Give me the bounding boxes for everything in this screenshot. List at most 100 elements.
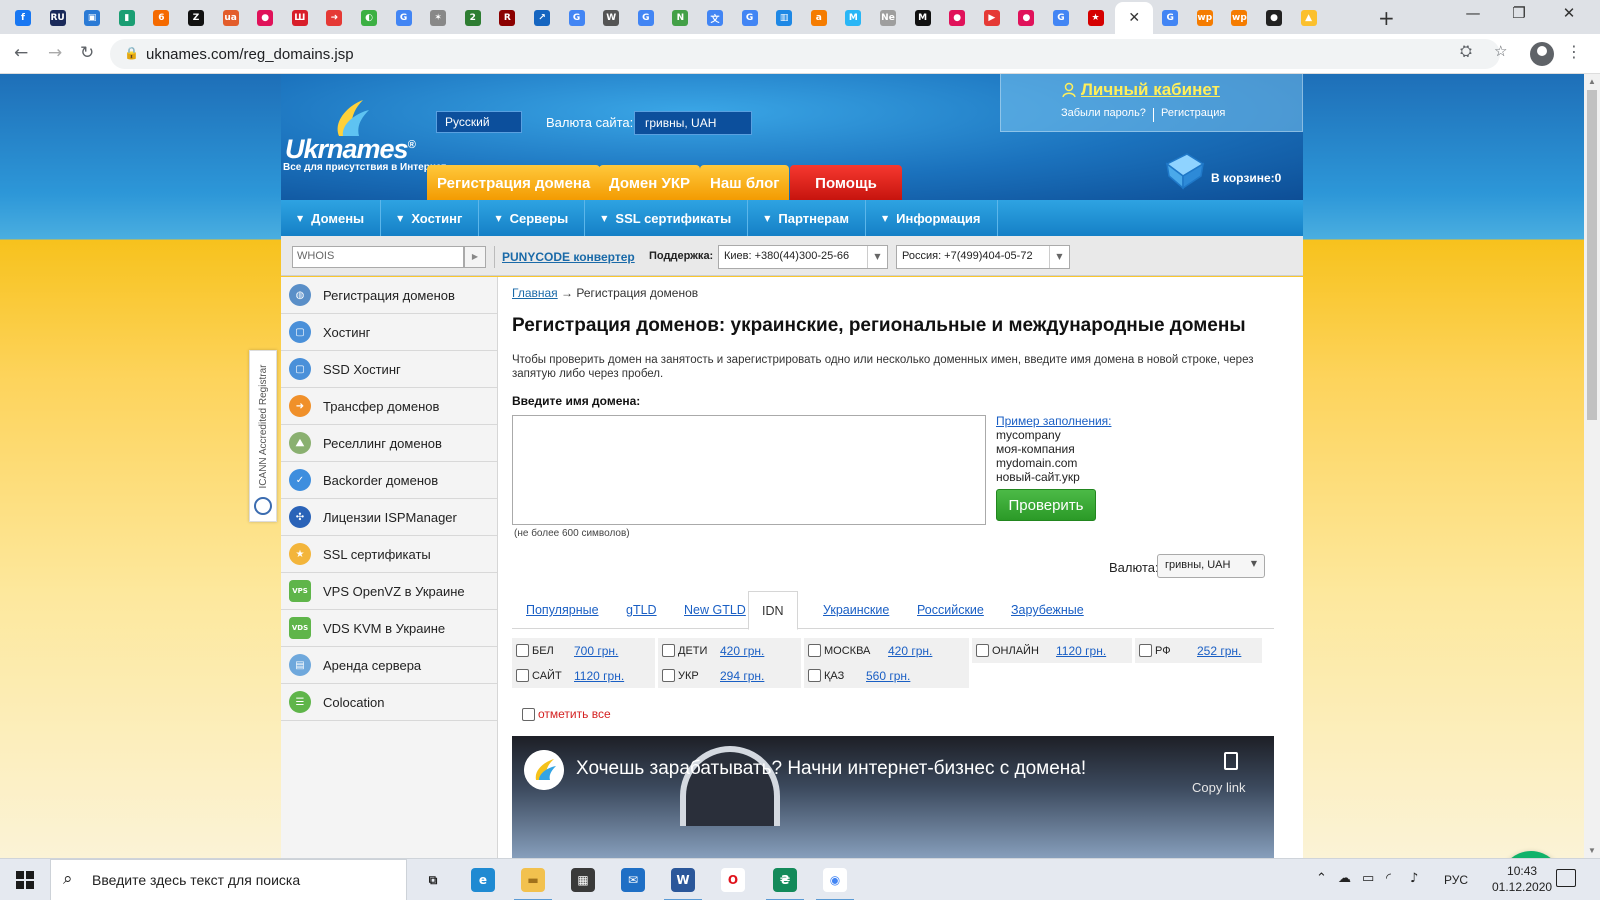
sidebar-item[interactable]: ▢ Хостинг [281, 314, 497, 351]
checkbox[interactable] [808, 669, 821, 682]
copy-link-icon[interactable] [1224, 752, 1238, 770]
browser-tab[interactable]: f [8, 5, 38, 31]
example-link[interactable]: Пример заполнения: [996, 414, 1111, 428]
sidebar-item[interactable]: ★ SSL сертификаты [281, 536, 497, 573]
browser-tab[interactable]: G [389, 5, 419, 31]
cloud-icon[interactable]: ☁ [1338, 871, 1351, 886]
account-link[interactable]: Личный кабинет [1081, 80, 1220, 100]
close-icon[interactable]: ✕ [1126, 10, 1142, 26]
chat-widget-button[interactable] [1500, 851, 1562, 858]
browser-tab[interactable]: ◐ [354, 5, 384, 31]
browser-tab[interactable]: 文 [700, 5, 730, 31]
taskbar-app[interactable]: ✉ [608, 859, 658, 900]
zone-tab[interactable]: IDN [748, 591, 798, 630]
zone-tab[interactable]: Зарубежные [1011, 603, 1084, 617]
help-button[interactable]: Помощь [790, 165, 902, 201]
browser-tab[interactable]: ➜ [319, 5, 349, 31]
address-bar[interactable]: 🔒 uknames.com/reg_domains.jsp [110, 39, 1500, 69]
browser-tab[interactable]: ✕ [1115, 2, 1154, 34]
taskbar-app[interactable]: ⧉ [408, 859, 458, 900]
whois-input[interactable]: WHOIS [292, 246, 464, 268]
taskbar-app[interactable]: e [458, 859, 508, 900]
zone-tab[interactable]: Российские [917, 603, 984, 617]
browser-tab[interactable]: ● [942, 5, 972, 31]
browser-tab[interactable]: a [804, 5, 834, 31]
nav-item[interactable]: ▼ Серверы [479, 200, 586, 236]
cart-icon[interactable] [1161, 144, 1207, 192]
taskbar-app[interactable]: ◉ [810, 859, 860, 900]
browser-tab[interactable]: ▥ [769, 5, 799, 31]
phone-kiev-select[interactable]: Киев: +380(44)300-25-66 ▼ [718, 245, 888, 269]
checkbox[interactable] [516, 644, 529, 657]
browser-tab[interactable]: M [908, 5, 938, 31]
breadcrumb-home-link[interactable]: Главная [512, 286, 558, 300]
browser-tab[interactable]: ▲ [1294, 5, 1324, 31]
browser-tab[interactable]: G [1155, 5, 1185, 31]
browser-tab[interactable]: G [631, 5, 661, 31]
language-select[interactable]: Русский [436, 111, 522, 133]
browser-tab[interactable]: 6 [146, 5, 176, 31]
browser-tab[interactable]: ▣ [77, 5, 107, 31]
browser-menu-icon[interactable]: ⋮ [1566, 42, 1582, 61]
nav-item[interactable]: ▼ Домены [281, 200, 382, 236]
browser-tab[interactable]: ● [1011, 5, 1041, 31]
checkbox[interactable] [1139, 644, 1152, 657]
video-title[interactable]: Хочешь зарабатывать? Начни интернет-бизн… [576, 758, 1086, 780]
wifi-icon[interactable]: ◜ [1386, 871, 1391, 886]
maximize-button[interactable]: ❐ [1496, 4, 1542, 22]
domain-price-link[interactable]: 560 грн. [866, 669, 910, 683]
browser-tab[interactable]: M [838, 5, 868, 31]
sidebar-item[interactable]: ▢ SSD Хостинг [281, 351, 497, 388]
currency-filter-select[interactable]: гривны, UAH ▼ [1157, 554, 1265, 578]
checkbox[interactable] [662, 669, 675, 682]
promo-video[interactable]: Хочешь зарабатывать? Начни интернет-бизн… [512, 736, 1274, 858]
domain-price-link[interactable]: 700 грн. [574, 644, 618, 658]
sidebar-item[interactable]: VDS VDS KVM в Украине [281, 610, 497, 647]
register-link[interactable]: Регистрация [1161, 107, 1225, 119]
domain-ukr-button[interactable]: Домен УКР [599, 165, 700, 201]
browser-tab[interactable]: ua [216, 5, 246, 31]
taskbar-app[interactable]: ▬ [508, 859, 558, 900]
browser-tab[interactable]: Ne [873, 5, 903, 31]
zone-tab[interactable]: Украинские [823, 603, 889, 617]
nav-item[interactable]: ▼ SSL сертификаты [585, 200, 749, 236]
checkbox[interactable] [662, 644, 675, 657]
profile-avatar[interactable] [1530, 42, 1554, 66]
browser-tab[interactable]: G [562, 5, 592, 31]
checkbox[interactable] [516, 669, 529, 682]
currency-select[interactable]: гривны, UAH [634, 111, 752, 135]
sidebar-item[interactable]: ➜ Трансфер доменов [281, 388, 497, 425]
bookmark-star-icon[interactable]: ☆ [1494, 42, 1507, 60]
browser-tab[interactable]: ✶ [423, 5, 453, 31]
domain-price-link[interactable]: 252 грн. [1197, 644, 1241, 658]
new-tab-button[interactable]: + [1378, 6, 1395, 30]
browser-tab[interactable]: wp [1190, 5, 1220, 31]
mark-all-checkbox[interactable]: отметить все [522, 707, 611, 721]
browser-tab[interactable]: Ш [285, 5, 315, 31]
taskbar-app[interactable]: ₴ [760, 859, 810, 900]
browser-tab[interactable]: R [492, 5, 522, 31]
register-domain-button[interactable]: Регистрация домена [427, 165, 601, 201]
forward-button[interactable]: → [48, 43, 62, 63]
back-button[interactable]: ← [14, 43, 28, 63]
check-button[interactable]: Проверить [996, 489, 1096, 521]
taskbar-search[interactable]: ⌕ Введите здесь текст для поиска [50, 859, 407, 900]
checkbox[interactable] [808, 644, 821, 657]
battery-icon[interactable]: ▭ [1362, 871, 1374, 886]
icann-badge[interactable]: ICANN Accredited Registrar [249, 350, 277, 522]
phone-russia-select[interactable]: Россия: +7(499)404-05-72 ▼ [896, 245, 1070, 269]
domain-textarea[interactable] [512, 415, 986, 525]
zone-tab[interactable]: New GTLD [684, 603, 746, 617]
browser-tab[interactable]: ↗ [527, 5, 557, 31]
browser-tab[interactable]: ● [1259, 5, 1289, 31]
whois-submit-icon[interactable]: ▶ [464, 246, 486, 268]
zone-tab[interactable]: Популярные [526, 603, 599, 617]
scroll-up-icon[interactable]: ▲ [1588, 77, 1596, 86]
domain-price-link[interactable]: 294 грн. [720, 669, 764, 683]
scroll-down-icon[interactable]: ▼ [1588, 846, 1596, 855]
taskbar-app[interactable]: W [658, 859, 708, 900]
browser-tab[interactable]: ● [250, 5, 280, 31]
domain-price-link[interactable]: 420 грн. [888, 644, 932, 658]
volume-icon[interactable]: ♪ [1410, 871, 1418, 886]
sidebar-item[interactable]: ▤ Аренда сервера [281, 647, 497, 684]
